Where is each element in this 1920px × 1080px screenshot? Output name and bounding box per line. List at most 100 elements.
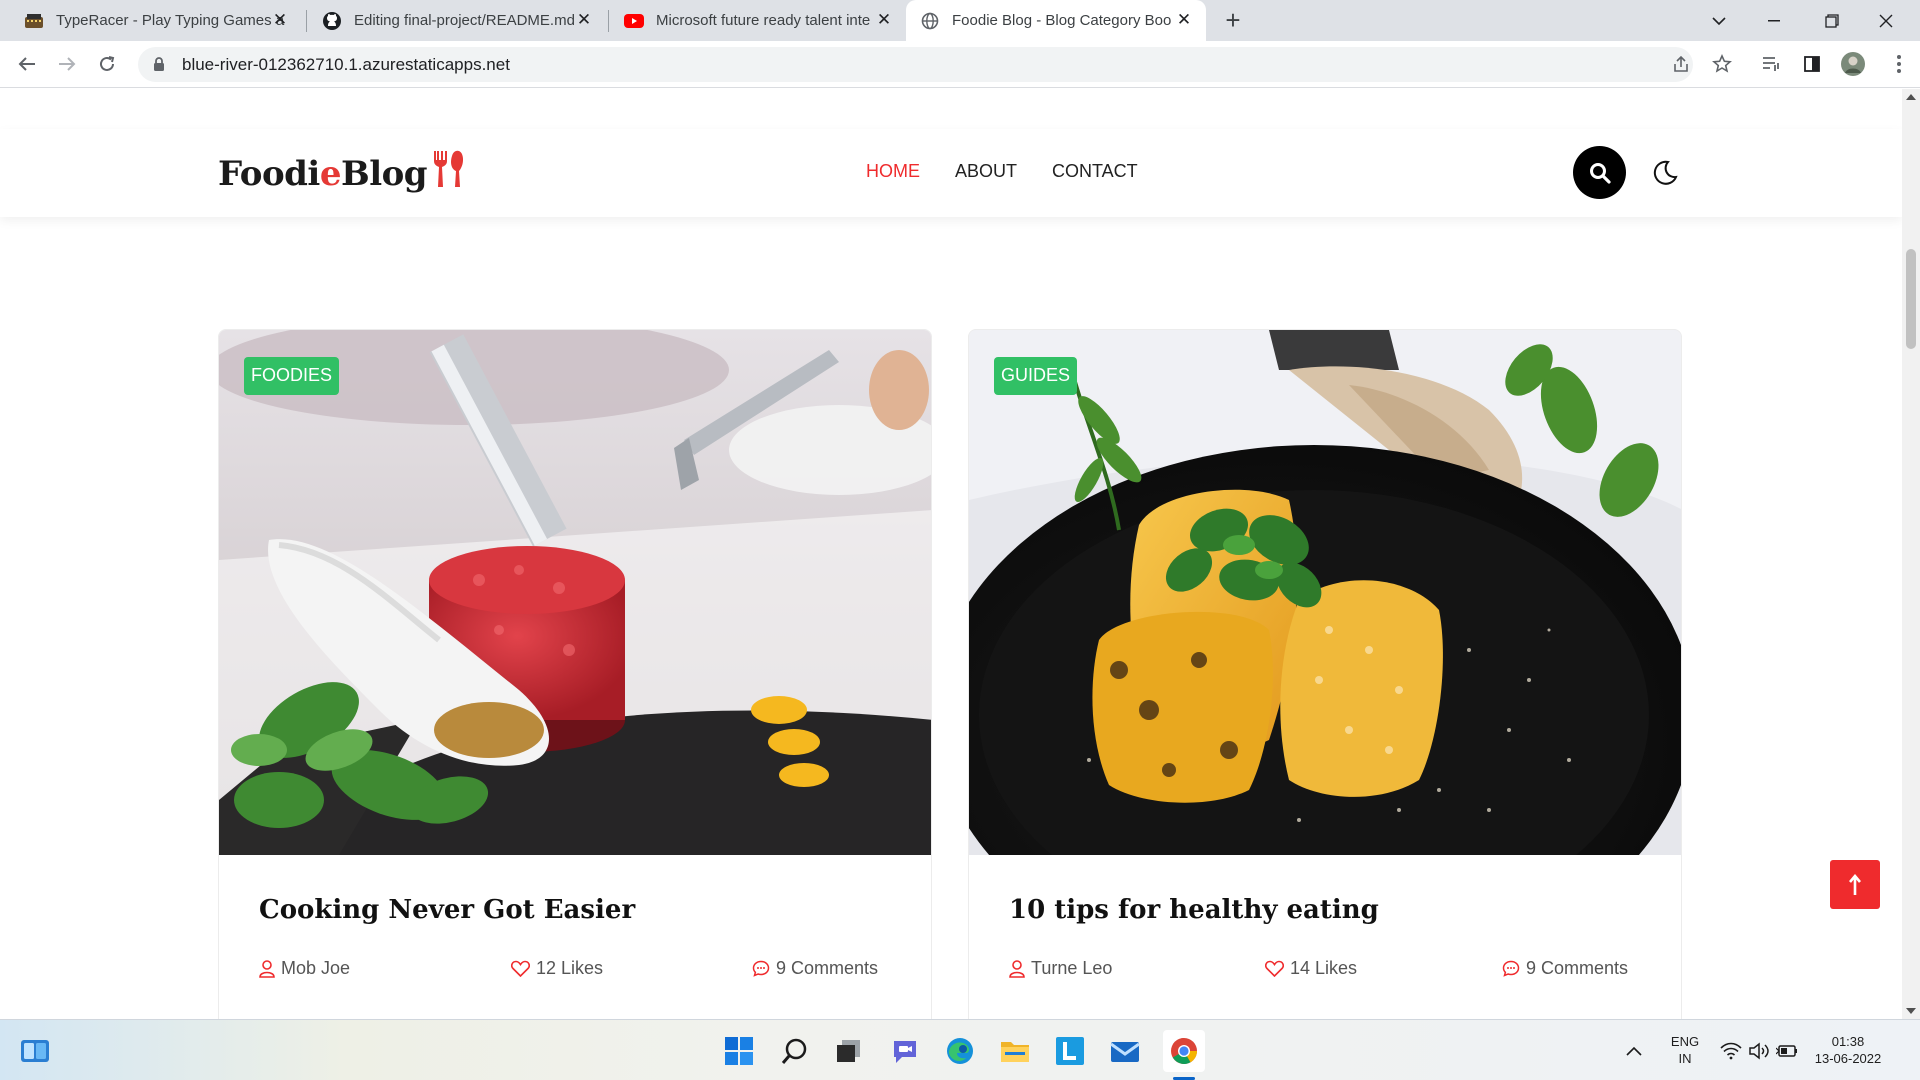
page-scrollbar[interactable] <box>1902 89 1920 1019</box>
task-view-icon[interactable] <box>832 1034 866 1068</box>
back-icon[interactable] <box>12 49 42 79</box>
address-bar[interactable]: blue-river-012362710.1.azurestaticapps.n… <box>138 47 1693 82</box>
post-card[interactable]: GUIDES 10 tips for healthy eating Turne … <box>968 329 1682 1019</box>
edge-browser-icon[interactable] <box>943 1034 977 1068</box>
likes-count: 12 Likes <box>536 958 604 978</box>
search-icon <box>1589 162 1611 184</box>
restore-icon[interactable] <box>1810 4 1854 38</box>
comments-count: 9 Comments <box>1526 958 1629 978</box>
browser-tab-typeracer[interactable]: TypeRacer - Play Typing Games a ✕ <box>10 0 302 41</box>
tab-title: Editing final-project/README.md <box>354 12 575 29</box>
author-name: Turne Leo <box>1031 958 1113 978</box>
post-comments[interactable]: 9 Comments <box>1502 958 1628 979</box>
browser-toolbar: blue-river-012362710.1.azurestaticapps.n… <box>0 41 1920 88</box>
nav-contact-link[interactable]: CONTACT <box>1052 161 1138 182</box>
logo-text-part1: Foodi <box>218 153 320 194</box>
post-title[interactable]: Cooking Never Got Easier <box>259 895 635 925</box>
close-window-icon[interactable] <box>1864 4 1908 38</box>
moon-icon <box>1653 160 1678 185</box>
back-to-top-button[interactable] <box>1830 860 1880 909</box>
search-icon[interactable] <box>778 1034 812 1068</box>
browser-tab-strip: TypeRacer - Play Typing Games a ✕ Editin… <box>0 0 1920 41</box>
category-badge[interactable]: FOODIES <box>244 357 340 395</box>
reading-list-icon[interactable] <box>1756 49 1786 79</box>
post-author[interactable]: Mob Joe <box>259 958 350 979</box>
clock-date: 13-06-2022 <box>1814 1051 1882 1066</box>
scroll-down-arrow-icon[interactable] <box>1906 1008 1916 1014</box>
widgets-icon[interactable] <box>18 1034 52 1068</box>
post-title[interactable]: 10 tips for healthy eating <box>1009 895 1379 925</box>
tab-title: Foodie Blog - Blog Category Boo <box>952 12 1172 29</box>
logo-text-accent: e <box>319 153 342 194</box>
user-icon <box>259 959 275 978</box>
post-author[interactable]: Turne Leo <box>1009 958 1112 979</box>
comment-icon <box>752 960 770 977</box>
post-comments[interactable]: 9 Comments <box>752 958 878 979</box>
reload-icon[interactable] <box>92 49 122 79</box>
volume-icon[interactable] <box>1746 1034 1772 1068</box>
post-image-steak-tartare[interactable]: FOODIES <box>219 330 931 855</box>
user-icon <box>1009 959 1025 978</box>
arrow-up-icon <box>1849 873 1861 895</box>
post-likes[interactable]: 14 Likes <box>1265 958 1357 979</box>
tab-separator <box>608 10 609 32</box>
windows-taskbar: ENG IN 01:38 13-06-2022 <box>0 1019 1920 1080</box>
tab-title: TypeRacer - Play Typing Games a <box>56 12 285 29</box>
chevron-up-icon[interactable] <box>1622 1034 1646 1068</box>
battery-icon[interactable] <box>1774 1034 1800 1068</box>
heart-icon <box>1265 960 1284 977</box>
main-nav: HOME ABOUT CONTACT <box>866 161 1138 182</box>
search-button[interactable] <box>1573 146 1626 199</box>
site-logo[interactable]: Foodi e Blog <box>218 149 467 198</box>
youtube-icon <box>624 11 644 31</box>
clock-time: 01:38 <box>1831 1034 1865 1049</box>
new-tab-button[interactable]: + <box>1219 7 1247 35</box>
file-explorer-icon[interactable] <box>998 1034 1032 1068</box>
profile-avatar[interactable] <box>1838 49 1868 79</box>
typeracer-icon <box>24 11 44 31</box>
nav-home-link[interactable]: HOME <box>866 161 920 182</box>
close-tab-icon[interactable]: ✕ <box>270 10 290 30</box>
bookmark-star-icon[interactable] <box>1707 49 1737 79</box>
share-icon[interactable] <box>1666 49 1696 79</box>
page-viewport: Foodi e Blog HOME ABOUT CONTACT FOODIES … <box>0 89 1920 1019</box>
site-header: Foodi e Blog HOME ABOUT CONTACT <box>0 129 1902 217</box>
browser-menu-icon[interactable] <box>1884 49 1914 79</box>
side-panel-icon[interactable] <box>1797 49 1827 79</box>
scroll-up-arrow-icon[interactable] <box>1906 94 1916 100</box>
author-name: Mob Joe <box>281 958 351 978</box>
browser-tab-youtube[interactable]: Microsoft future ready talent inte ✕ <box>610 0 906 41</box>
scrollbar-thumb[interactable] <box>1906 249 1916 349</box>
tab-title: Microsoft future ready talent inte <box>656 12 871 29</box>
close-tab-icon[interactable]: ✕ <box>874 10 894 30</box>
comments-count: 9 Comments <box>776 958 879 978</box>
heart-icon <box>511 960 530 977</box>
nav-about-link[interactable]: ABOUT <box>955 161 1017 182</box>
close-tab-icon[interactable]: ✕ <box>1174 10 1194 30</box>
lock-icon[interactable] <box>152 57 166 73</box>
post-likes[interactable]: 12 Likes <box>511 958 603 979</box>
chrome-taskbar-icon[interactable] <box>1163 1030 1205 1072</box>
mail-icon[interactable] <box>1108 1034 1142 1068</box>
post-card[interactable]: FOODIES Cooking Never Got Easier Mob Joe… <box>218 329 932 1019</box>
likes-count: 14 Likes <box>1290 958 1358 978</box>
language-label: ENG <box>1670 1034 1700 1049</box>
wifi-icon[interactable] <box>1718 1034 1744 1068</box>
github-icon <box>322 11 342 31</box>
category-badge[interactable]: GUIDES <box>994 357 1078 395</box>
dark-mode-toggle[interactable] <box>1648 156 1682 190</box>
browser-tab-github[interactable]: Editing final-project/README.md ✕ <box>308 0 606 41</box>
browser-tab-foodie-blog[interactable]: Foodie Blog - Blog Category Boo ✕ <box>906 0 1206 41</box>
system-clock[interactable]: 01:38 13-06-2022 <box>1808 1033 1888 1067</box>
region-label: IN <box>1678 1051 1692 1066</box>
minimize-icon[interactable] <box>1752 4 1796 38</box>
tab-search-icon[interactable] <box>1697 4 1741 38</box>
globe-icon <box>920 11 940 31</box>
close-tab-icon[interactable]: ✕ <box>574 10 594 30</box>
input-language[interactable]: ENG IN <box>1665 1033 1705 1067</box>
teams-chat-icon[interactable] <box>888 1034 922 1068</box>
forward-icon[interactable] <box>52 49 82 79</box>
windows-start-icon[interactable] <box>722 1034 756 1068</box>
lync-app-icon[interactable] <box>1053 1034 1087 1068</box>
post-image-grilled-corn[interactable]: GUIDES <box>969 330 1681 855</box>
